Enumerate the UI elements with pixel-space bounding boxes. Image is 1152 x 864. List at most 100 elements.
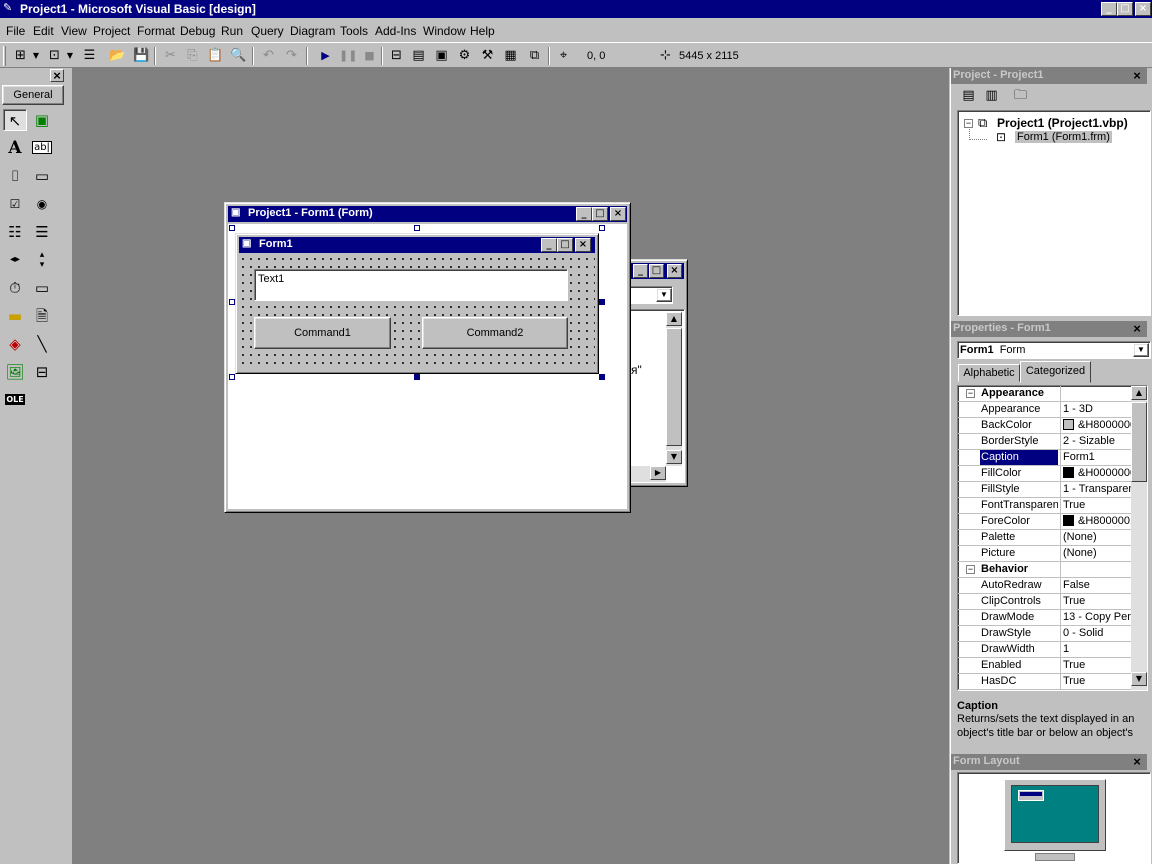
- property-value[interactable]: True: [1060, 498, 1132, 513]
- file-list-tool-icon[interactable]: 🗎: [30, 305, 54, 327]
- command2-button[interactable]: Command2: [422, 317, 568, 349]
- open-project-icon[interactable]: 📂: [109, 48, 126, 64]
- property-row[interactable]: Enabled True: [958, 658, 1132, 674]
- tab-alphabetic[interactable]: Alphabetic: [958, 364, 1020, 382]
- resize-handle[interactable]: [229, 374, 235, 380]
- text1-textbox[interactable]: Text1: [254, 269, 568, 301]
- property-row[interactable]: FontTransparen True: [958, 498, 1132, 514]
- ole-tool-icon[interactable]: OLE: [3, 389, 27, 411]
- close-icon[interactable]: ×: [1130, 69, 1144, 82]
- close-icon[interactable]: ×: [1130, 755, 1144, 768]
- property-value[interactable]: (None): [1060, 530, 1132, 545]
- dropdown-arrow-icon[interactable]: ▼: [31, 48, 41, 64]
- paste-icon[interactable]: 📋: [207, 48, 224, 64]
- form-layout-area[interactable]: [957, 772, 1151, 864]
- collapse-icon[interactable]: −: [966, 389, 975, 398]
- property-row[interactable]: DrawStyle 0 - Solid: [958, 626, 1132, 642]
- property-value[interactable]: True: [1060, 658, 1132, 673]
- find-icon[interactable]: 🔍: [230, 48, 247, 64]
- form-layout-icon[interactable]: ▣: [433, 48, 450, 64]
- property-row[interactable]: DrawMode 13 - Copy Pen: [958, 610, 1132, 626]
- menu-add-ins[interactable]: Add-Ins: [375, 24, 416, 38]
- scroll-down-icon[interactable]: ▼: [1131, 672, 1147, 686]
- resize-handle[interactable]: [414, 374, 420, 380]
- shape-tool-icon[interactable]: ◈: [3, 333, 27, 355]
- menu-editor-icon[interactable]: ☰: [81, 48, 98, 64]
- toggle-folders-icon[interactable]: 🗀: [1012, 88, 1029, 104]
- data-view-icon[interactable]: ▦: [502, 48, 519, 64]
- view-code-icon[interactable]: ▤: [960, 88, 977, 104]
- dir-list-tool-icon[interactable]: ▬: [3, 305, 27, 327]
- form1-minimize-button[interactable]: _: [541, 238, 557, 252]
- combo-box-tool-icon[interactable]: ☷: [3, 221, 27, 243]
- code-vscrollbar[interactable]: ▲ ▼: [666, 312, 682, 466]
- dropdown-arrow-icon[interactable]: ▼: [65, 48, 75, 64]
- chevron-down-icon[interactable]: ▼: [1133, 343, 1149, 357]
- undo-icon[interactable]: ↶: [260, 48, 277, 64]
- object-browser-icon[interactable]: ⚙: [456, 48, 473, 64]
- checkbox-tool-icon[interactable]: ☑: [3, 193, 27, 215]
- toolbox-tab-general[interactable]: General: [2, 85, 64, 105]
- toolbox-close-button[interactable]: ×: [50, 69, 64, 82]
- view-object-icon[interactable]: ▥: [983, 88, 1000, 104]
- menu-run[interactable]: Run: [221, 24, 243, 38]
- resize-handle[interactable]: [599, 225, 605, 231]
- resize-handle[interactable]: [599, 374, 605, 380]
- property-row[interactable]: Picture (None): [958, 546, 1132, 562]
- picture-box-tool-icon[interactable]: ▣: [30, 109, 54, 131]
- project-root[interactable]: Project1 (Project1.vbp): [997, 116, 1128, 130]
- property-value[interactable]: &H8000000: [1060, 418, 1132, 433]
- property-value[interactable]: 1 - Transparen: [1060, 482, 1132, 497]
- menu-diagram[interactable]: Diagram: [290, 24, 335, 38]
- property-row[interactable]: Palette (None): [958, 530, 1132, 546]
- restore-button[interactable]: □: [1117, 2, 1133, 16]
- property-value[interactable]: 13 - Copy Pen: [1060, 610, 1132, 625]
- break-icon[interactable]: ❚❚: [339, 48, 357, 64]
- tree-collapse-icon[interactable]: −: [964, 119, 973, 128]
- property-row[interactable]: AutoRedraw False: [958, 578, 1132, 594]
- hscrollbar-tool-icon[interactable]: ◂▸: [3, 249, 27, 271]
- property-row[interactable]: Caption Form1: [958, 450, 1132, 466]
- list-box-tool-icon[interactable]: ☰: [30, 221, 54, 243]
- form1-close-button[interactable]: ×: [575, 238, 591, 252]
- add-project-icon[interactable]: ⊞: [12, 48, 29, 64]
- designer-maximize-button[interactable]: □: [592, 207, 608, 221]
- pointer-tool-icon[interactable]: ↖: [3, 109, 27, 131]
- close-button[interactable]: ×: [1135, 2, 1151, 16]
- menu-file[interactable]: File: [6, 24, 25, 38]
- property-row[interactable]: ClipControls True: [958, 594, 1132, 610]
- resize-handle[interactable]: [414, 225, 420, 231]
- scroll-up-icon[interactable]: ▲: [1131, 386, 1147, 400]
- image-tool-icon[interactable]: 🖼: [3, 361, 27, 383]
- scroll-thumb[interactable]: [1131, 402, 1147, 482]
- menu-edit[interactable]: Edit: [33, 24, 54, 38]
- menu-tools[interactable]: Tools: [340, 24, 368, 38]
- property-value[interactable]: 0 - Solid: [1060, 626, 1132, 641]
- menu-view[interactable]: View: [61, 24, 87, 38]
- designer-close-button[interactable]: ×: [610, 207, 626, 221]
- form1-client-area[interactable]: Text1 Command1 Command2: [239, 255, 595, 370]
- form1-tree-item[interactable]: Form1 (Form1.frm): [1015, 131, 1112, 143]
- property-row[interactable]: BorderStyle 2 - Sizable: [958, 434, 1132, 450]
- line-tool-icon[interactable]: ╲: [30, 333, 54, 355]
- property-row[interactable]: BackColor &H8000000: [958, 418, 1132, 434]
- toolbox-icon[interactable]: ⚒: [479, 48, 496, 64]
- frame-tool-icon[interactable]: ⌷: [3, 165, 27, 187]
- timer-tool-icon[interactable]: ⏱: [3, 277, 27, 299]
- property-category-row[interactable]: − Appearance: [958, 386, 1132, 402]
- form1-maximize-button[interactable]: □: [557, 238, 573, 252]
- code-close-button[interactable]: ×: [667, 264, 682, 278]
- property-value[interactable]: True: [1060, 594, 1132, 609]
- property-row[interactable]: ForeColor &H8000001: [958, 514, 1132, 530]
- option-button-tool-icon[interactable]: ◉: [30, 193, 54, 215]
- textbox-tool-icon[interactable]: ab|: [30, 137, 54, 159]
- code-maximize-button[interactable]: □: [649, 264, 664, 278]
- designer-minimize-button[interactable]: _: [576, 207, 592, 221]
- data-tool-icon[interactable]: ⊟: [30, 361, 54, 383]
- scroll-down-icon[interactable]: ▼: [666, 450, 682, 464]
- end-icon[interactable]: ■: [361, 48, 378, 64]
- form-designer-window[interactable]: ▣ Project1 - Form1 (Form) _ □ × ▣ Form1 …: [224, 202, 631, 513]
- tab-categorized[interactable]: Categorized: [1020, 361, 1091, 383]
- form1[interactable]: ▣ Form1 _ □ × Text1 Command1 Command2: [235, 233, 599, 374]
- project-explorer-icon[interactable]: ⊟: [388, 48, 405, 64]
